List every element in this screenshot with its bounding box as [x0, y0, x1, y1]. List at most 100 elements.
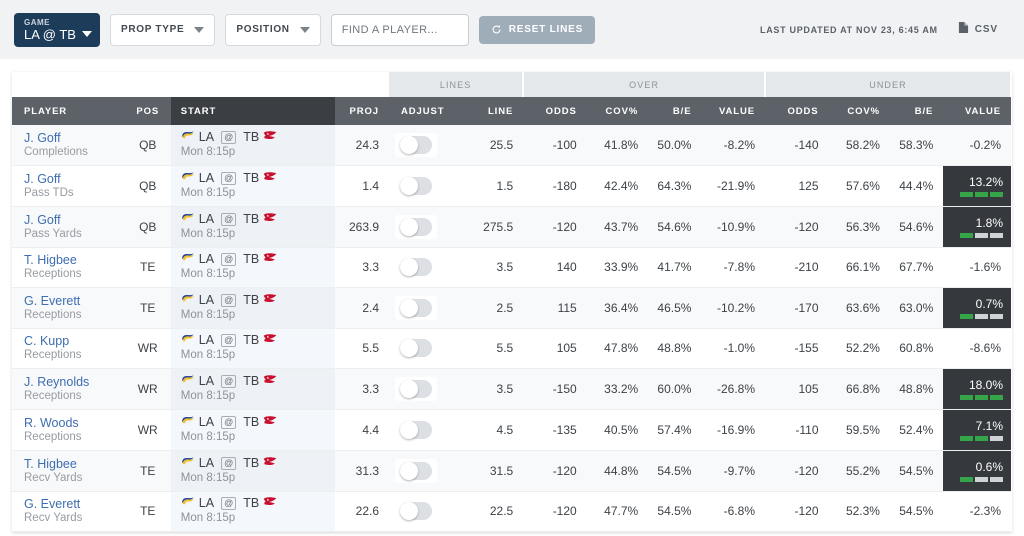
- cell-start[interactable]: LA @ TB Mon 8:15p: [170, 165, 335, 207]
- table-row[interactable]: R. Woods Receptions WR LA @ TB Mon 8:15p 4.4 4.5…: [12, 409, 1011, 451]
- cell-player[interactable]: G. Everett Receptions: [12, 287, 125, 329]
- cell-start[interactable]: LA @ TB Mon 8:15p: [170, 450, 335, 492]
- cell-start[interactable]: LA @ TB Mon 8:15p: [170, 247, 335, 288]
- cell-under-value[interactable]: 1.8%: [943, 206, 1011, 248]
- csv-export-button[interactable]: CSV: [958, 21, 998, 39]
- column-header-over-value[interactable]: VALUE: [701, 97, 765, 125]
- cell-line[interactable]: 4.5: [453, 409, 524, 451]
- reset-lines-button[interactable]: RESET LINES: [478, 15, 596, 44]
- cell-line[interactable]: 2.5: [453, 287, 524, 329]
- cell-line[interactable]: 22.5: [453, 491, 524, 532]
- cell-adjust[interactable]: [389, 328, 454, 369]
- column-header-over-be[interactable]: B/E: [648, 97, 702, 125]
- player-name[interactable]: T. Higbee: [24, 457, 121, 471]
- cell-start[interactable]: LA @ TB Mon 8:15p: [170, 125, 335, 166]
- column-header-under-be[interactable]: B/E: [889, 97, 944, 125]
- table-row[interactable]: J. Reynolds Receptions WR LA @ TB Mon 8:15p 3.3…: [12, 368, 1011, 410]
- adjust-toggle[interactable]: [400, 461, 432, 480]
- cell-start[interactable]: LA @ TB Mon 8:15p: [170, 287, 335, 329]
- adjust-toggle[interactable]: [400, 258, 432, 276]
- cell-start[interactable]: LA @ TB Mon 8:15p: [170, 409, 335, 451]
- cell-start[interactable]: LA @ TB Mon 8:15p: [170, 368, 335, 410]
- player-name[interactable]: J. Goff: [24, 213, 121, 227]
- cell-line[interactable]: 3.5: [453, 368, 524, 410]
- adjust-toggle[interactable]: [400, 420, 432, 439]
- cell-player[interactable]: T. Higbee Receptions: [12, 247, 125, 288]
- search-input[interactable]: [341, 23, 458, 36]
- adjust-toggle[interactable]: [400, 339, 432, 357]
- cell-adjust[interactable]: [389, 450, 454, 492]
- column-header-line[interactable]: LINE: [453, 97, 524, 125]
- cell-start[interactable]: LA @ TB Mon 8:15p: [170, 206, 335, 248]
- cell-player[interactable]: G. Everett Recv Yards: [12, 491, 125, 532]
- table-row[interactable]: G. Everett Receptions TE LA @ TB Mon 8:15p 2.4 2…: [12, 287, 1011, 329]
- cell-adjust[interactable]: [389, 368, 454, 410]
- cell-line[interactable]: 1.5: [453, 165, 524, 207]
- column-header-proj[interactable]: PROJ: [334, 97, 389, 125]
- cell-adjust[interactable]: [389, 409, 454, 451]
- player-name[interactable]: G. Everett: [24, 497, 121, 511]
- table-row[interactable]: C. Kupp Receptions WR LA @ TB Mon 8:15p 5.5 5.5 1…: [12, 328, 1011, 369]
- adjust-toggle[interactable]: [400, 176, 432, 195]
- cell-start[interactable]: LA @ TB Mon 8:15p: [170, 328, 335, 369]
- cell-adjust[interactable]: [389, 125, 454, 166]
- player-name[interactable]: J. Goff: [24, 131, 121, 145]
- player-name[interactable]: J. Reynolds: [24, 375, 121, 389]
- table-row[interactable]: G. Everett Recv Yards TE LA @ TB Mon 8:15p 22.6…: [12, 491, 1011, 532]
- cell-line[interactable]: 275.5: [453, 206, 524, 248]
- cell-line[interactable]: 25.5: [453, 125, 524, 166]
- table-row[interactable]: J. Goff Pass TDs QB LA @ TB Mon 8:15p 1.4 1.5 -18…: [12, 165, 1011, 207]
- cell-position: WR: [124, 328, 171, 369]
- cell-adjust[interactable]: [389, 247, 454, 288]
- column-header-under-value[interactable]: VALUE: [943, 97, 1011, 125]
- column-header-over-odds[interactable]: ODDS: [523, 97, 587, 125]
- at-symbol: @: [221, 212, 237, 226]
- position-dropdown[interactable]: POSITION: [225, 13, 321, 46]
- cell-player[interactable]: T. Higbee Recv Yards: [12, 450, 125, 492]
- column-header-adjust[interactable]: ADJUST: [389, 97, 454, 125]
- cell-player[interactable]: J. Goff Completions: [12, 125, 125, 166]
- cell-player[interactable]: J. Reynolds Receptions: [12, 368, 125, 410]
- cell-under-value[interactable]: 0.6%: [943, 450, 1011, 492]
- prop-type-dropdown[interactable]: PROP TYPE: [109, 13, 216, 46]
- player-name[interactable]: G. Everett: [24, 294, 121, 308]
- cell-player[interactable]: J. Goff Pass TDs: [12, 165, 125, 207]
- table-row[interactable]: T. Higbee Receptions TE LA @ TB Mon 8:15p 3.3 3.…: [12, 247, 1011, 288]
- column-header-start[interactable]: START: [170, 97, 335, 125]
- column-header-pos[interactable]: POS: [124, 97, 171, 125]
- column-header-player[interactable]: PLAYER: [12, 97, 125, 125]
- table-row[interactable]: J. Goff Pass Yards QB LA @ TB Mon 8:15p 263.9 27…: [12, 206, 1011, 248]
- cell-line[interactable]: 3.5: [453, 247, 524, 288]
- cell-player[interactable]: J. Goff Pass Yards: [12, 206, 125, 248]
- table-row[interactable]: T. Higbee Recv Yards TE LA @ TB Mon 8:15p 31.3 3…: [12, 450, 1011, 492]
- table-row[interactable]: J. Goff Completions QB LA @ TB Mon 8:15p 24.3 25…: [12, 125, 1011, 166]
- cell-adjust[interactable]: [389, 491, 454, 532]
- adjust-toggle[interactable]: [400, 298, 432, 317]
- cell-player[interactable]: R. Woods Receptions: [12, 409, 125, 451]
- player-name[interactable]: R. Woods: [24, 416, 121, 430]
- player-search-box[interactable]: [330, 13, 469, 46]
- adjust-toggle[interactable]: [400, 502, 432, 520]
- away-team: LA: [198, 333, 215, 347]
- column-header-under-cov[interactable]: COV%: [828, 97, 890, 125]
- adjust-toggle[interactable]: [400, 379, 432, 398]
- adjust-toggle[interactable]: [400, 217, 432, 236]
- cell-under-value[interactable]: 18.0%: [943, 368, 1011, 410]
- cell-under-value[interactable]: 13.2%: [943, 165, 1011, 207]
- cell-line[interactable]: 5.5: [453, 328, 524, 369]
- player-name[interactable]: C. Kupp: [24, 334, 121, 348]
- player-name[interactable]: T. Higbee: [24, 253, 121, 267]
- cell-adjust[interactable]: [389, 287, 454, 329]
- cell-adjust[interactable]: [389, 206, 454, 248]
- cell-player[interactable]: C. Kupp Receptions: [12, 328, 125, 369]
- cell-start[interactable]: LA @ TB Mon 8:15p: [170, 491, 335, 532]
- cell-under-value[interactable]: 7.1%: [943, 409, 1011, 451]
- player-name[interactable]: J. Goff: [24, 172, 121, 186]
- game-filter-dropdown[interactable]: GAME LA @ TB: [14, 12, 100, 47]
- column-header-over-cov[interactable]: COV%: [586, 97, 649, 125]
- cell-line[interactable]: 31.5: [453, 450, 524, 492]
- cell-adjust[interactable]: [389, 165, 454, 207]
- column-header-under-odds[interactable]: ODDS: [765, 97, 829, 125]
- adjust-toggle[interactable]: [400, 135, 432, 154]
- cell-under-value[interactable]: 0.7%: [943, 287, 1011, 329]
